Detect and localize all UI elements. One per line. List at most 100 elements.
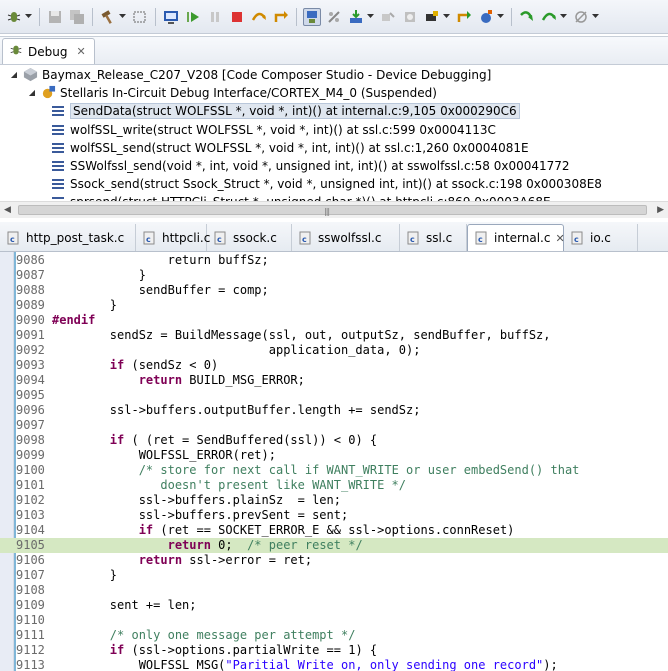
save-icon[interactable]	[46, 8, 64, 26]
close-icon[interactable]: ✕	[76, 45, 85, 58]
step-return-icon[interactable]	[272, 8, 290, 26]
connect-target-icon[interactable]	[303, 7, 321, 26]
chevron-down-icon[interactable]	[119, 8, 126, 26]
chevron-down-icon[interactable]	[592, 8, 599, 26]
editor-tab[interactable]: c sswolfssl.c	[292, 224, 400, 251]
editor-tab[interactable]: c ssock.c	[207, 224, 292, 251]
code-line[interactable]: 9093 if (sendSz < 0)	[0, 358, 668, 373]
code-line[interactable]: 9089 }	[0, 298, 668, 313]
resume-icon[interactable]	[184, 8, 202, 26]
skip-breakpoints-icon[interactable]	[572, 8, 590, 26]
code-line[interactable]: 9094 return BUILD_MSG_ERROR;	[0, 373, 668, 388]
code-line[interactable]: 9101 doesn't present like WANT_WRITE */	[0, 478, 668, 493]
code-line[interactable]: 9098 if ( (ret = SendBuffered(ssl)) < 0)…	[0, 433, 668, 448]
target-row[interactable]: ◢ Stellaris In-Circuit Debug Interface/CO…	[26, 84, 437, 101]
step-over-icon[interactable]	[250, 8, 268, 26]
launch-row[interactable]: ◢ Baymax_Release_C207_V208 [Code Composer…	[8, 66, 491, 83]
code-line[interactable]: 9090 #endif	[0, 313, 668, 328]
terminate-icon[interactable]	[228, 8, 246, 26]
code-text: return ssl->error = ret;	[52, 553, 312, 568]
stack-frame-row[interactable]: wolfSSL_send(struct WOLFSSL *, void *, i…	[48, 139, 529, 156]
line-number: 9107	[16, 568, 45, 582]
scroll-left-icon[interactable]: ◀	[4, 205, 11, 215]
terminal-icon[interactable]	[162, 8, 180, 26]
code-text: if (sendSz < 0)	[52, 358, 218, 373]
assembly-step-icon[interactable]	[477, 8, 495, 26]
code-line[interactable]: 9107 }	[0, 568, 668, 583]
horizontal-scrollbar[interactable]: ◀ ||| ▶	[0, 201, 668, 218]
debug-dropdown-icon[interactable]	[5, 8, 23, 26]
expand-triangle-icon[interactable]: ◢	[8, 69, 20, 81]
code-line[interactable]: 9103 ssl->buffers.prevSent = sent;	[0, 508, 668, 523]
code-line[interactable]: 9111 /* only one message per attempt */	[0, 628, 668, 643]
step-into-icon[interactable]	[518, 8, 536, 26]
code-line[interactable]: 9087 }	[0, 268, 668, 283]
code-line[interactable]: 9099 WOLFSSL_ERROR(ret);	[0, 448, 668, 463]
chevron-down-icon[interactable]	[443, 8, 450, 26]
disconnect-icon[interactable]	[325, 8, 343, 26]
code-line[interactable]: 9110	[0, 613, 668, 628]
chevron-down-icon[interactable]	[560, 8, 567, 26]
code-line[interactable]: 9086 return buffSz;	[0, 253, 668, 268]
line-number: 9101	[16, 478, 45, 492]
code-line[interactable]: 9100 /* store for next call if WANT_WRIT…	[0, 463, 668, 478]
chevron-down-icon[interactable]	[497, 8, 504, 26]
line-number: 9105	[16, 538, 45, 552]
code-line[interactable]: 9112 if (ssl->options.partialWrite == 1)…	[0, 643, 668, 658]
stack-frame-row[interactable]: sprsend(struct HTTPCli_Struct *, unsigne…	[48, 193, 551, 201]
debug-view: Debug ✕ ◢ Baymax_Release_C207_V208 [Code …	[0, 36, 668, 218]
code-line[interactable]: 9109 sent += len;	[0, 598, 668, 613]
chevron-down-icon[interactable]	[367, 8, 374, 26]
code-line[interactable]: 9096 ssl->buffers.outputBuffer.length +=…	[0, 403, 668, 418]
toolbar-divider	[155, 7, 156, 26]
code-line[interactable]: 9104 if (ret == SOCKET_ERROR_E && ssl->o…	[0, 523, 668, 538]
code-line[interactable]: 9097	[0, 418, 668, 433]
build-hammer-icon[interactable]	[99, 8, 117, 26]
line-number: 9097	[16, 418, 45, 432]
code-line[interactable]: 9113 WOLFSSL_MSG("Paritial Write on, onl…	[0, 658, 668, 671]
editor-tab[interactable]: c io.c	[564, 224, 638, 251]
code-line[interactable]: 9108	[0, 583, 668, 598]
refresh-icon[interactable]	[455, 8, 473, 26]
run-to-line-icon[interactable]	[423, 8, 441, 26]
code-line[interactable]: 9095	[0, 388, 668, 403]
stack-frame-row[interactable]: wolfSSL_write(struct WOLFSSL *, void *, …	[48, 121, 496, 138]
code-line[interactable]: 9106 return ssl->error = ret;	[0, 553, 668, 568]
line-number: 9086	[16, 253, 45, 267]
load-program-icon[interactable]	[347, 8, 365, 26]
editor-tab[interactable]: c http_post_task.c	[0, 224, 136, 251]
code-token: return	[138, 373, 183, 387]
code-line[interactable]: 9092 application_data, 0);	[0, 343, 668, 358]
code-text: ssl->buffers.outputBuffer.length += send…	[52, 403, 421, 418]
stack-frame-row[interactable]: SendData(struct WOLFSSL *, void *, int)(…	[48, 102, 520, 119]
scrollbar-thumb[interactable]: |||	[18, 205, 647, 216]
reset-icon[interactable]	[379, 8, 397, 26]
code-line[interactable]: 9088 sendBuffer = comp;	[0, 283, 668, 298]
current-code-line[interactable]: 9105 return 0; /* peer reset */	[0, 538, 668, 553]
tab-debug[interactable]: Debug ✕	[2, 38, 95, 64]
chevron-down-icon[interactable]	[25, 8, 32, 26]
code-token: sendSz = BuildMessage(ssl, out, outputSz…	[52, 328, 551, 342]
editor-tab[interactable]: c ssl.c	[400, 224, 467, 251]
code-line[interactable]: 9091 sendSz = BuildMessage(ssl, out, out…	[0, 328, 668, 343]
code-token: ssl->error = ret;	[182, 553, 313, 567]
line-number: 9108	[16, 583, 45, 597]
suspend-icon[interactable]	[206, 8, 224, 26]
code-editor[interactable]: ⇒ 9086 return buffSz;9087 }9088 sendBuff…	[0, 252, 668, 671]
expand-triangle-icon[interactable]: ◢	[26, 87, 38, 99]
save-all-icon[interactable]	[68, 8, 86, 26]
step-over-green-icon[interactable]	[540, 8, 558, 26]
stack-frame-row[interactable]: Ssock_send(struct Ssock_Struct *, void *…	[48, 175, 602, 192]
line-number: 9089	[16, 298, 45, 312]
new-view-icon[interactable]	[131, 8, 149, 26]
stack-frame-row[interactable]: SSWolfssl_send(void *, int, void *, unsi…	[48, 157, 570, 174]
editor-tab[interactable]: c internal.c ✕	[467, 224, 565, 251]
editor-tab[interactable]: c httpcli.c	[136, 224, 210, 251]
code-line[interactable]: 9102 ssl->buffers.plainSz = len;	[0, 493, 668, 508]
scroll-right-icon[interactable]: ▶	[657, 205, 664, 215]
restart-icon[interactable]	[401, 8, 419, 26]
